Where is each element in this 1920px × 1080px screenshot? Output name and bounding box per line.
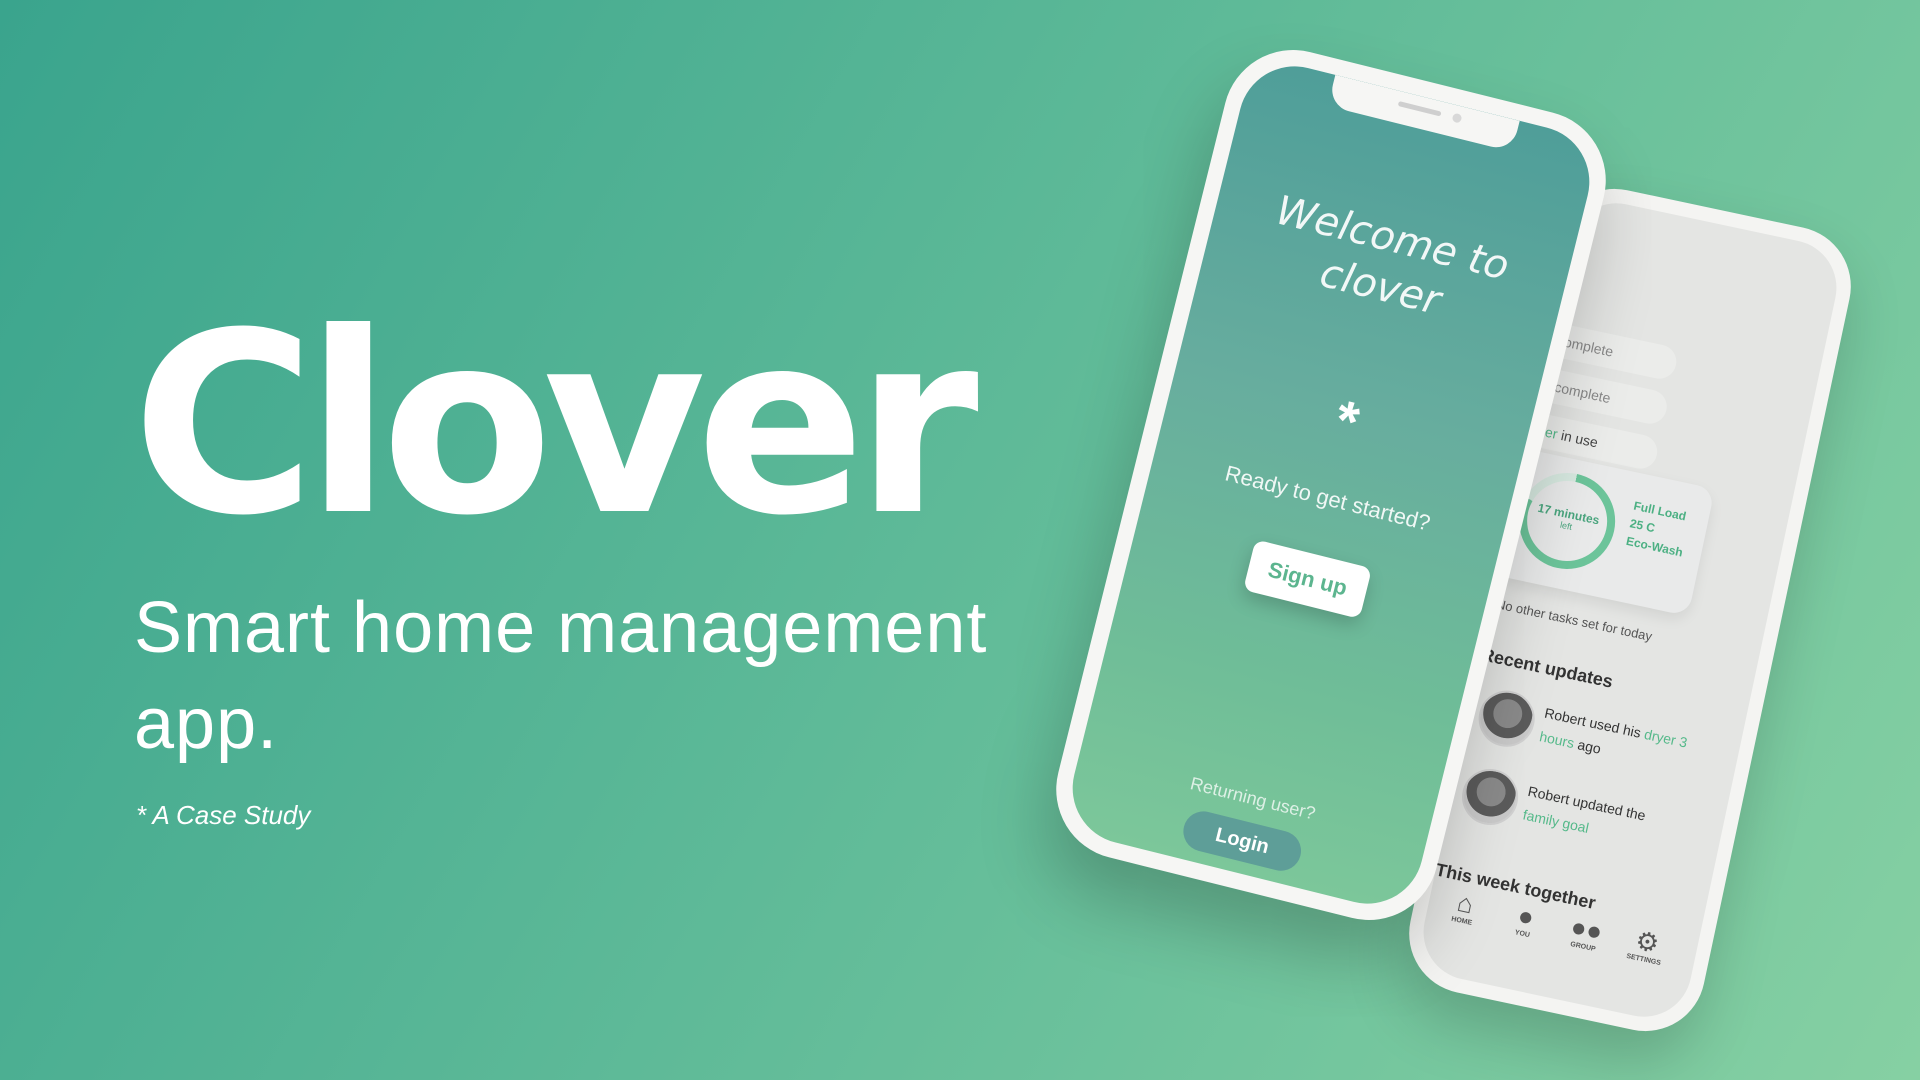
phone-notch	[1327, 74, 1520, 152]
hero-note: * A Case Study	[136, 800, 311, 830]
avatar	[1456, 763, 1524, 831]
tab-settings[interactable]: ⚙ SETTINGS	[1613, 921, 1679, 970]
welcome-heading: Welcome to clover	[1271, 187, 1514, 325]
hero-title: Clover	[132, 279, 979, 570]
wash-settings: Full Load 25 C Eco-Wash	[1624, 497, 1692, 562]
camera-icon	[1451, 112, 1463, 124]
tab-group[interactable]: ●● GROUP	[1553, 908, 1619, 957]
speaker-grille	[1397, 101, 1442, 117]
task-label: complete	[1553, 378, 1613, 407]
hero-subtitle: Smart home management app.	[134, 588, 988, 764]
recent-updates-heading: Recent updates	[1479, 644, 1615, 692]
sign-up-button[interactable]: Sign up	[1243, 539, 1373, 619]
task-label: omplete	[1562, 333, 1615, 360]
avatar	[1473, 685, 1540, 752]
update-text: Robert used his dryer 3 hours ago	[1538, 704, 1689, 757]
task-label: in use	[1555, 426, 1600, 451]
